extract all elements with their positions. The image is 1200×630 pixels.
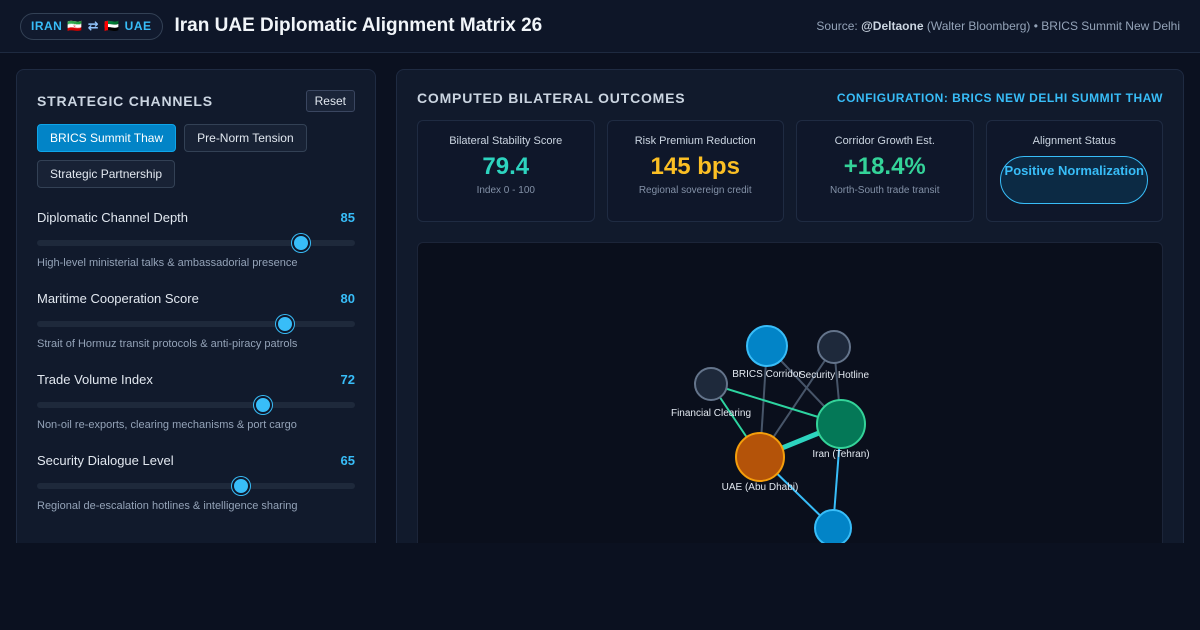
metric-label: Risk Premium Reduction <box>634 135 756 147</box>
metric-value: 79.4 <box>482 153 530 180</box>
slider-track[interactable] <box>37 396 355 414</box>
graph-nodes: BRICS Corridor Security Hotline Financia… <box>671 325 870 547</box>
metric-label: Alignment Status <box>1032 135 1116 147</box>
panel-title: COMPUTED BILATERAL OUTCOMES <box>417 90 686 106</box>
node-uae[interactable] <box>735 432 785 482</box>
slider-description: High-level ministerial talks & ambassado… <box>37 257 298 269</box>
slider-track[interactable] <box>37 315 355 333</box>
swap-icon: ⇄ <box>87 18 100 33</box>
country-pair-badge: IRAN 🇮🇷 ⇄ 🇦🇪 UAE <box>20 12 163 40</box>
badge-uae-label: UAE <box>124 19 152 33</box>
source-prefix: Source: <box>816 19 858 33</box>
node-label-security-hotline: Security Hotline <box>799 370 869 381</box>
source-rest: (Walter Bloomberg) • BRICS Summit New De… <box>926 19 1180 33</box>
metric-label: Bilateral Stability Score <box>449 135 563 147</box>
slider-diplomatic-depth: Diplomatic Channel Depth 85 High-level m… <box>37 210 355 269</box>
network-graph: BRICS Corridor Security Hotline Financia… <box>417 242 1163 552</box>
metric-subtext: Index 0 - 100 <box>476 185 535 196</box>
uae-flag-icon: 🇦🇪 <box>104 19 120 33</box>
slider-value: 65 <box>340 453 355 468</box>
node-brics-corridor[interactable] <box>746 325 788 367</box>
slider-label: Trade Volume Index <box>37 372 153 387</box>
slider-value: 80 <box>340 291 355 306</box>
node-security-hotline[interactable] <box>817 330 851 364</box>
preset-pre-norm-tension[interactable]: Pre-Norm Tension <box>184 124 307 152</box>
slider-track[interactable] <box>37 477 355 495</box>
metric-card-corridor-growth: Corridor Growth Est. +18.4% North-South … <box>796 120 974 222</box>
node-port[interactable] <box>814 509 852 547</box>
metric-subtext: Regional sovereign credit <box>638 185 752 196</box>
node-label-uae: UAE (Abu Dhabi) <box>722 482 799 493</box>
strategic-channels-panel: STRATEGIC CHANNELS Reset BRICS Summit Th… <box>16 69 376 559</box>
configuration-label: CONFIGURATION: BRICS NEW DELHI SUMMIT TH… <box>836 91 1163 105</box>
top-bar: IRAN 🇮🇷 ⇄ 🇦🇪 UAE Iran UAE Diplomatic Ali… <box>0 0 1200 53</box>
preset-strategic-partnership[interactable]: Strategic Partnership <box>37 160 176 188</box>
network-graph-canvas: BRICS Corridor Security Hotline Financia… <box>671 325 870 547</box>
slider-thumb[interactable] <box>276 315 295 333</box>
panel-title: STRATEGIC CHANNELS <box>37 93 213 109</box>
slider-label: Security Dialogue Level <box>37 453 174 468</box>
slider-trade-volume: Trade Volume Index 72 Non-oil re-exports… <box>37 372 355 431</box>
slider-description: Non-oil re-exports, clearing mechanisms … <box>37 419 297 431</box>
slider-value: 72 <box>340 372 355 387</box>
slider-thumb[interactable] <box>253 396 272 414</box>
slider-thumb[interactable] <box>231 477 250 495</box>
slider-track[interactable] <box>37 234 355 252</box>
node-label-financial-clearing: Financial Clearing <box>671 408 751 419</box>
slider-value: 85 <box>340 210 355 225</box>
slider-label: Diplomatic Channel Depth <box>37 210 189 225</box>
slider-maritime-cooperation: Maritime Cooperation Score 80 Strait of … <box>37 291 355 350</box>
metric-card-risk-premium: Risk Premium Reduction 145 bps Regional … <box>606 120 784 222</box>
metric-subtext: North-South trade transit <box>830 185 940 196</box>
node-iran[interactable] <box>816 399 866 449</box>
bilateral-outcomes-panel: COMPUTED BILATERAL OUTCOMES CONFIGURATIO… <box>396 69 1184 559</box>
alignment-status-badge: Positive Normalization <box>1000 156 1149 204</box>
reset-button[interactable]: Reset <box>305 90 355 112</box>
slider-security-dialogue: Security Dialogue Level 65 Regional de-e… <box>37 453 355 512</box>
metric-card-alignment-status: Alignment Status Positive Normalization <box>985 120 1163 222</box>
page-title: Iran UAE Diplomatic Alignment Matrix 26 <box>174 15 543 36</box>
preset-group: BRICS Summit Thaw Pre-Norm Tension Strat… <box>37 124 355 188</box>
slider-thumb[interactable] <box>291 234 310 252</box>
metric-value: 145 bps <box>650 153 740 180</box>
metric-card-stability: Bilateral Stability Score 79.4 Index 0 -… <box>417 120 595 222</box>
badge-iran-label: IRAN <box>31 19 63 33</box>
source-handle: @Deltaone <box>861 19 924 33</box>
node-label-brics-corridor: BRICS Corridor <box>732 369 802 380</box>
metric-label: Corridor Growth Est. <box>834 135 935 147</box>
slider-label: Maritime Cooperation Score <box>37 291 199 306</box>
iran-flag-icon: 🇮🇷 <box>67 19 83 33</box>
source-attribution: Source: @Deltaone (Walter Bloomberg) • B… <box>816 19 1180 33</box>
slider-description: Regional de-escalation hotlines & intell… <box>37 500 298 512</box>
slider-description: Strait of Hormuz transit protocols & ant… <box>37 338 298 350</box>
node-label-iran: Iran (Tehran) <box>812 449 869 460</box>
node-financial-clearing[interactable] <box>694 367 728 401</box>
metric-cards: Bilateral Stability Score 79.4 Index 0 -… <box>417 120 1163 222</box>
metric-value: +18.4% <box>843 153 926 180</box>
bottom-area <box>0 543 1200 630</box>
preset-brics-summit-thaw[interactable]: BRICS Summit Thaw <box>37 124 177 152</box>
